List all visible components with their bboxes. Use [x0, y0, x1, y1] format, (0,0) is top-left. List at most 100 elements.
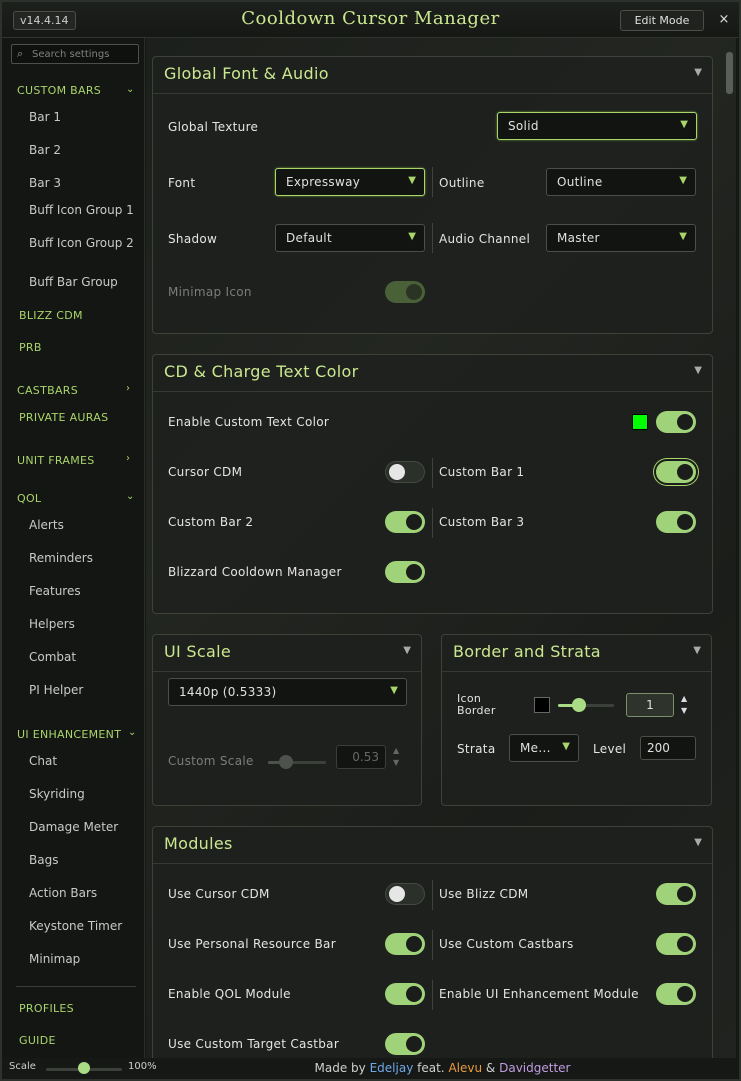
sidebar-item-bar-3[interactable]: Bar 3 [29, 177, 139, 190]
sidebar-item-reminders[interactable]: Reminders [29, 552, 139, 565]
custom-bar-1-toggle[interactable] [656, 461, 696, 483]
ui-scale-preset-dropdown[interactable]: 1440p (0.5333) ▼ [168, 678, 407, 706]
section-global-font-audio: Global Font & Audio ▼ Global Texture Sol… [152, 56, 713, 334]
sidebar-item-buff-icon-group-2[interactable]: Buff Icon Group 2 [29, 237, 139, 250]
use-blizz-cdm-toggle[interactable] [656, 883, 696, 905]
strata-label: Strata [457, 742, 496, 756]
sidebar-item-combat[interactable]: Combat [29, 651, 139, 664]
collapse-arrow-icon[interactable]: ▼ [694, 365, 702, 376]
use-cursor-cdm-toggle[interactable] [385, 883, 425, 905]
chevron-right-icon[interactable]: › [126, 453, 130, 464]
border-size-slider-track[interactable] [558, 704, 614, 707]
chevron-right-icon[interactable]: › [126, 383, 130, 394]
sidebar-header-blizz-cdm[interactable]: BLIZZ CDM [19, 309, 83, 322]
enable-qol-toggle[interactable] [385, 983, 425, 1005]
credits-amp: & [485, 1061, 496, 1075]
collapse-arrow-icon[interactable]: ▼ [694, 67, 702, 78]
outline-dropdown[interactable]: Outline ▼ [546, 168, 696, 196]
sidebar-item-features[interactable]: Features [29, 585, 139, 598]
border-size-input[interactable]: 1 [626, 693, 674, 717]
dropdown-arrow-icon: ▼ [562, 741, 570, 752]
edit-mode-button[interactable]: Edit Mode [620, 10, 704, 31]
custom-bar-3-toggle[interactable] [656, 511, 696, 533]
sidebar-item-damage-meter[interactable]: Damage Meter [29, 821, 139, 834]
sidebar-header-castbars[interactable]: CASTBARS [17, 384, 78, 397]
sidebar-header-private-auras[interactable]: PRIVATE AURAS [19, 411, 108, 424]
stepper-up-icon[interactable]: ▲ [393, 746, 399, 756]
use-custom-castbars-toggle[interactable] [656, 933, 696, 955]
minimap-icon-toggle[interactable] [385, 281, 425, 303]
level-input[interactable]: 200 [640, 736, 696, 760]
border-size-slider-handle[interactable] [572, 698, 586, 712]
custom-scale-slider-track[interactable] [268, 761, 326, 764]
search-box[interactable]: ⌕ [11, 44, 139, 64]
sidebar-header-guide[interactable]: GUIDE [19, 1034, 56, 1047]
custom-bar-2-label: Custom Bar 2 [168, 515, 254, 529]
audio-channel-dropdown[interactable]: Master ▼ [546, 224, 696, 252]
sidebar-header-unit-frames[interactable]: UNIT FRAMES [17, 454, 95, 467]
sidebar-header-custom-bars[interactable]: CUSTOM BARS [17, 84, 101, 97]
scrollbar-thumb[interactable] [726, 52, 733, 94]
section-title: Border and Strata [453, 642, 601, 661]
custom-bar-2-toggle[interactable] [385, 511, 425, 533]
sidebar-item-skyriding[interactable]: Skyriding [29, 788, 139, 801]
credits-author-edeljay: Edeljay [369, 1061, 414, 1075]
use-target-castbar-toggle[interactable] [385, 1033, 425, 1055]
sidebar-item-bags[interactable]: Bags [29, 854, 139, 867]
stepper-down-icon[interactable]: ▼ [393, 758, 399, 768]
text-color-swatch[interactable] [632, 414, 648, 430]
use-prb-toggle[interactable] [385, 933, 425, 955]
close-icon[interactable]: × [714, 10, 734, 30]
minimap-icon-label: Minimap Icon [168, 285, 252, 299]
dropdown-value: Master [557, 231, 600, 245]
sidebar-item-action-bars[interactable]: Action Bars [29, 887, 139, 900]
blizzard-cooldown-manager-toggle[interactable] [385, 561, 425, 583]
sidebar-item-minimap[interactable]: Minimap [29, 953, 139, 966]
sidebar: ⌕ CUSTOM BARS ⌄ Bar 1 Bar 2 Bar 3 Buff I… [2, 38, 145, 1058]
enable-ui-enhancement-toggle[interactable] [656, 983, 696, 1005]
sidebar-header-qol[interactable]: QOL [17, 492, 41, 505]
collapse-arrow-icon[interactable]: ▼ [694, 837, 702, 848]
sidebar-header-profiles[interactable]: PROFILES [19, 1002, 74, 1015]
stepper-up-icon[interactable]: ▲ [681, 694, 687, 704]
cursor-cdm-toggle[interactable] [385, 461, 425, 483]
global-texture-dropdown[interactable]: Solid ▼ [497, 112, 697, 140]
column-divider [432, 458, 433, 488]
sidebar-item-keystone-timer[interactable]: Keystone Timer [29, 920, 139, 933]
sidebar-item-pi-helper[interactable]: PI Helper [29, 684, 139, 697]
stepper-down-icon[interactable]: ▼ [681, 706, 687, 716]
chevron-down-icon[interactable]: ⌄ [126, 491, 134, 502]
enable-custom-text-color-toggle[interactable] [656, 411, 696, 433]
custom-scale-slider-handle[interactable] [279, 755, 293, 769]
credits-author-alevu: Alevu [448, 1061, 483, 1075]
dropdown-arrow-icon: ▼ [679, 231, 687, 242]
section-cd-text-color: CD & Charge Text Color ▼ Enable Custom T… [152, 354, 713, 614]
custom-scale-input[interactable]: 0.53 [336, 745, 386, 769]
strata-dropdown[interactable]: Me... ▼ [509, 734, 579, 762]
dropdown-arrow-icon: ▼ [679, 175, 687, 186]
search-input[interactable] [32, 45, 136, 63]
chevron-down-icon[interactable]: ⌄ [126, 84, 134, 95]
sidebar-item-alerts[interactable]: Alerts [29, 519, 139, 532]
column-divider [432, 223, 433, 253]
sidebar-item-helpers[interactable]: Helpers [29, 618, 139, 631]
credits-text: Made by Edeljay feat. Alevu & Davidgette… [146, 1061, 739, 1075]
border-color-swatch[interactable] [534, 697, 550, 713]
sidebar-item-buff-bar-group[interactable]: Buff Bar Group [29, 276, 139, 289]
column-divider [432, 930, 433, 960]
collapse-arrow-icon[interactable]: ▼ [403, 645, 411, 656]
sidebar-header-ui-enhancement[interactable]: UI ENHANCEMENT [17, 728, 121, 741]
shadow-dropdown[interactable]: Default ▼ [275, 224, 425, 252]
sidebar-header-prb[interactable]: PRB [19, 341, 42, 354]
sidebar-item-chat[interactable]: Chat [29, 755, 139, 768]
sidebar-item-buff-icon-group-1[interactable]: Buff Icon Group 1 [29, 204, 139, 217]
sidebar-item-bar-1[interactable]: Bar 1 [29, 111, 139, 124]
cursor-cdm-label: Cursor CDM [168, 465, 243, 479]
chevron-down-icon[interactable]: ⌄ [128, 727, 136, 738]
use-blizz-cdm-label: Use Blizz CDM [439, 887, 529, 901]
scale-slider-handle[interactable] [78, 1062, 90, 1074]
column-divider [432, 167, 433, 197]
sidebar-item-bar-2[interactable]: Bar 2 [29, 144, 139, 157]
font-dropdown[interactable]: Expressway ▼ [275, 168, 425, 196]
collapse-arrow-icon[interactable]: ▼ [693, 645, 701, 656]
